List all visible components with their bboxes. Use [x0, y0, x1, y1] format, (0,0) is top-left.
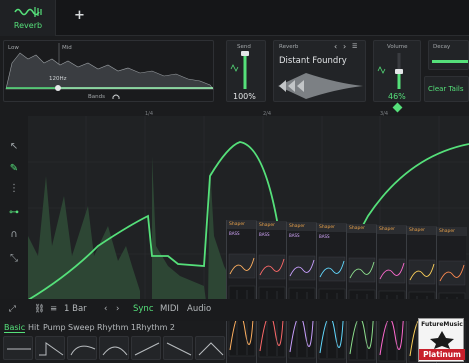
shape-preset-thumbnail[interactable]	[195, 336, 225, 360]
preset-tab-rhythm-2[interactable]: Rhythm 2	[136, 323, 175, 332]
reverb-preset-name[interactable]: Distant Foundry	[279, 56, 347, 66]
tab-reverb[interactable]: Reverb	[0, 0, 56, 36]
send-panel: Send 100%	[226, 40, 266, 102]
rate-prev-button[interactable]: ‹	[104, 304, 107, 314]
grid-icon[interactable]: ⋮	[7, 182, 21, 196]
eq-freq-readout: 120Hz	[49, 76, 67, 82]
volume-value: 46%	[388, 92, 406, 101]
menu-icon[interactable]: ☰	[352, 43, 357, 50]
eq-spectrum	[5, 43, 214, 90]
sync-toggle[interactable]: Sync	[133, 304, 154, 314]
shaper-title: Shaper	[407, 226, 437, 235]
shape-preset-thumbnail[interactable]	[67, 336, 97, 360]
shaper-title: Shaper	[377, 225, 407, 234]
badge-title: FutureMusic	[421, 321, 463, 328]
curve-icon[interactable]: ∩	[7, 228, 21, 242]
send-slider[interactable]	[227, 49, 267, 93]
badge-star-logo	[430, 331, 454, 349]
shape-preset-thumbnail[interactable]	[163, 336, 193, 360]
send-value: 100%	[233, 92, 256, 101]
envelope-bottom-bar: ⤢ ⛓ ≡ 1 Bar ‹ › Sync MIDI Audio	[0, 299, 469, 321]
clear-tails-label: Clear Tails	[428, 85, 464, 93]
next-preset-button[interactable]: ›	[343, 42, 346, 51]
eq-crossover-handle[interactable]	[55, 85, 61, 91]
pencil-icon[interactable]: ✎	[7, 162, 21, 176]
tab-reverb-label: Reverb	[13, 21, 43, 30]
envelope-toolbar: ↖ ✎ ⋮ ⊶ ∩ ⤡	[3, 130, 25, 280]
lines-icon[interactable]: ≡	[50, 304, 57, 314]
reverb-preset-panel: Reverb ‹ › ☰ Distant Foundry	[273, 40, 366, 102]
shape-preset-thumbnail[interactable]	[99, 336, 129, 360]
headphones-icon[interactable]	[112, 93, 120, 101]
rate-value[interactable]: 1 Bar	[64, 304, 87, 314]
eq-band-panel[interactable]: Low Mid 120Hz Bands	[3, 40, 214, 102]
reverb-tail-graph	[278, 73, 363, 99]
link-icon[interactable]: ⊶	[7, 206, 21, 220]
pointer-icon[interactable]: ↖	[7, 140, 21, 154]
shaper-title: Shaper	[317, 223, 347, 232]
midi-toggle[interactable]: MIDI	[160, 304, 179, 314]
preset-tab-hit[interactable]: Hit	[28, 323, 39, 332]
prev-preset-button[interactable]: ‹	[334, 42, 337, 51]
shape-preset-tabs: Basic Hit Pump Sweep Rhythm 1 Rhythm 2	[0, 322, 469, 336]
preset-tab-pump[interactable]: Pump	[43, 323, 66, 332]
badge-platinum: Platinum	[419, 349, 465, 360]
eq-bands-label: Bands	[88, 94, 105, 100]
shaper-title: Shaper	[287, 222, 317, 231]
shaper-title: Shaper	[257, 221, 287, 230]
volume-slider[interactable]	[374, 49, 422, 93]
shape-presets-row	[0, 336, 469, 363]
clear-tails-button[interactable]: Clear Tails	[424, 76, 469, 102]
preset-tab-sweep[interactable]: Sweep	[68, 323, 95, 332]
random-icon[interactable]: ⤡	[7, 252, 21, 266]
decay-panel: Decay	[428, 40, 469, 70]
shape-preset-thumbnail[interactable]	[3, 336, 33, 360]
plugin-tab-bar: Reverb +	[0, 0, 469, 36]
rate-next-button[interactable]: ›	[116, 304, 119, 314]
reverb-waves-icon	[14, 7, 42, 17]
link-chain-icon[interactable]: ⛓	[34, 304, 45, 314]
shaper-title: Shaper	[347, 224, 377, 233]
shaper-title: Shaper	[437, 227, 467, 236]
shaper-title: Shaper	[227, 220, 257, 229]
volume-panel: Volume 46%	[373, 40, 421, 102]
add-tab-button[interactable]: +	[74, 8, 85, 23]
expand-icon[interactable]: ⤢	[9, 304, 16, 314]
futuremusic-platinum-badge: FutureMusic Platinum	[418, 318, 465, 362]
preset-tab-rhythm-1[interactable]: Rhythm 1	[97, 323, 136, 332]
shape-preset-thumbnail[interactable]	[35, 336, 65, 360]
preset-tab-basic[interactable]: Basic	[4, 323, 26, 333]
audio-toggle[interactable]: Audio	[187, 304, 211, 314]
decay-label: Decay	[433, 44, 451, 50]
decay-bar[interactable]	[432, 60, 468, 63]
shape-preset-thumbnail[interactable]	[131, 336, 161, 360]
reverb-label: Reverb	[279, 44, 299, 50]
